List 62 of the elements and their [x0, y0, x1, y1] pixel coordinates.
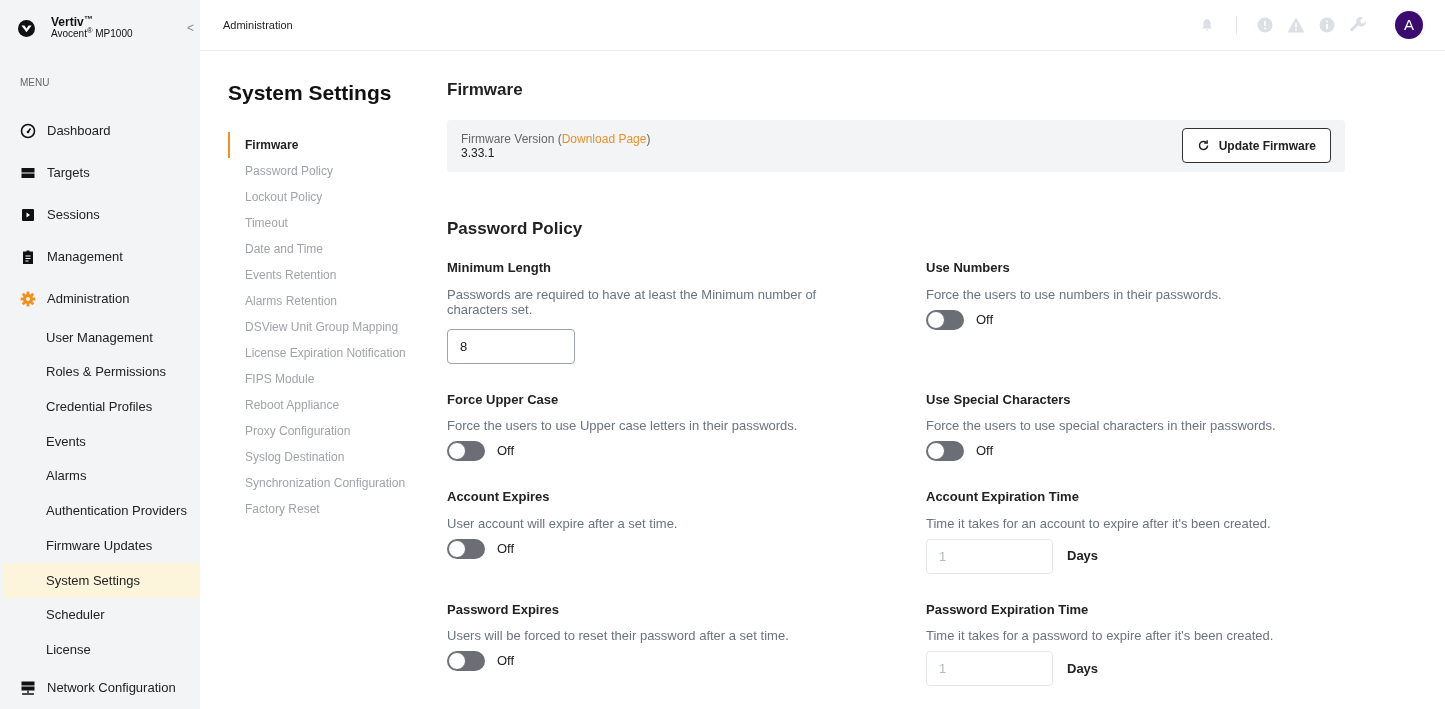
sidebar-subitem[interactable]: Alarms	[4, 458, 200, 494]
field-label: Account Expires	[447, 488, 551, 506]
field-description: Force the users to use numbers in their passwords.	[926, 286, 1223, 302]
toggle-switch[interactable]	[447, 651, 485, 671]
unit-label: Days	[1067, 659, 1099, 678]
refresh-icon	[1196, 139, 1210, 152]
field-description: Passwords are required to have at least the Minimum number of characters set.	[447, 286, 818, 317]
product-name: Avocent$^{®}$ MP1000	[51, 28, 133, 41]
input-field[interactable]: 8	[447, 328, 575, 364]
toggle-switch[interactable]	[447, 441, 485, 461]
field-description: User account will expire after a set time.	[447, 515, 679, 531]
toggle-switch[interactable]	[447, 538, 485, 559]
gear-icon	[20, 291, 36, 308]
sidebar-item[interactable]: Administration	[0, 278, 200, 321]
field-description: Force the users to use special characters in their passwords.	[926, 418, 1277, 433]
clipboard-icon	[20, 249, 36, 266]
toggle-state: Off	[497, 652, 515, 671]
sidebar-subitem[interactable]: Credential Profiles	[4, 389, 200, 425]
firmware-version-label: Firmware Version (Download Page)	[461, 131, 651, 146]
field-label: Password Expires	[447, 600, 560, 619]
gauge-icon	[20, 123, 36, 140]
sidebar-subitem[interactable]: Scheduler	[4, 597, 200, 633]
network-icon	[20, 680, 36, 696]
sidebar-subitem[interactable]: Roles & Permissions	[4, 354, 200, 390]
field-label: Password Expiration Time	[926, 600, 1090, 619]
section-title: Password Policy	[447, 217, 584, 240]
user-avatar[interactable]: A	[1395, 11, 1423, 39]
play-icon	[20, 207, 36, 224]
field-description: Time it takes for an account to expire after it's been created.	[926, 515, 1272, 531]
sidebar-item[interactable]: Sessions	[0, 194, 200, 237]
field-label: Use Special Characters	[926, 390, 1072, 409]
field-description: Users will be forced to reset their password after a set time.	[447, 628, 790, 643]
sidebar-subitem[interactable]: Authentication Providers	[4, 493, 200, 529]
sidebar-subitem[interactable]: System Settings	[4, 562, 200, 598]
sidebar-item[interactable]: Dashboard	[0, 110, 200, 153]
sidebar-item[interactable]: Targets	[0, 152, 200, 195]
unit-label: Days	[1067, 547, 1099, 566]
sidebar-subitem[interactable]: User Management	[4, 320, 200, 355]
firmware-version: 3.33.1	[461, 145, 496, 160]
field-description: Force the users to use Upper case letters in their passwords.	[447, 418, 799, 433]
sidebar-subitem[interactable]: License	[4, 632, 200, 667]
sidebar-item[interactable]: Management	[0, 236, 200, 279]
breadcrumb: Administration	[223, 17, 293, 33]
field-label: Minimum Length	[447, 259, 552, 277]
sidebar-item[interactable]: Network Configuration	[0, 667, 200, 709]
toggle-state: Off	[976, 442, 994, 461]
toggle-state: Off	[976, 310, 994, 329]
field-label: Account Expiration Time	[926, 488, 1080, 506]
sidebar-subitem[interactable]: Firmware Updates	[4, 528, 200, 563]
toggle-switch[interactable]	[926, 309, 964, 330]
toggle-state: Off	[497, 442, 515, 461]
logo-icon	[18, 19, 35, 37]
update-firmware-button[interactable]: Update Firmware	[1181, 128, 1331, 163]
menu-heading: MENU	[20, 76, 51, 91]
field-label: Force Upper Case	[447, 390, 560, 409]
section-title: Firmware	[447, 79, 524, 101]
field-description: Time it takes for a password to expire after it's been created.	[926, 628, 1275, 643]
field-label: Use Numbers	[926, 259, 1011, 277]
page-title: System Settings	[228, 80, 393, 106]
sidebar-subitem[interactable]: Events	[4, 424, 200, 459]
toggle-state: Off	[497, 539, 515, 558]
toggle-switch[interactable]	[926, 441, 964, 461]
